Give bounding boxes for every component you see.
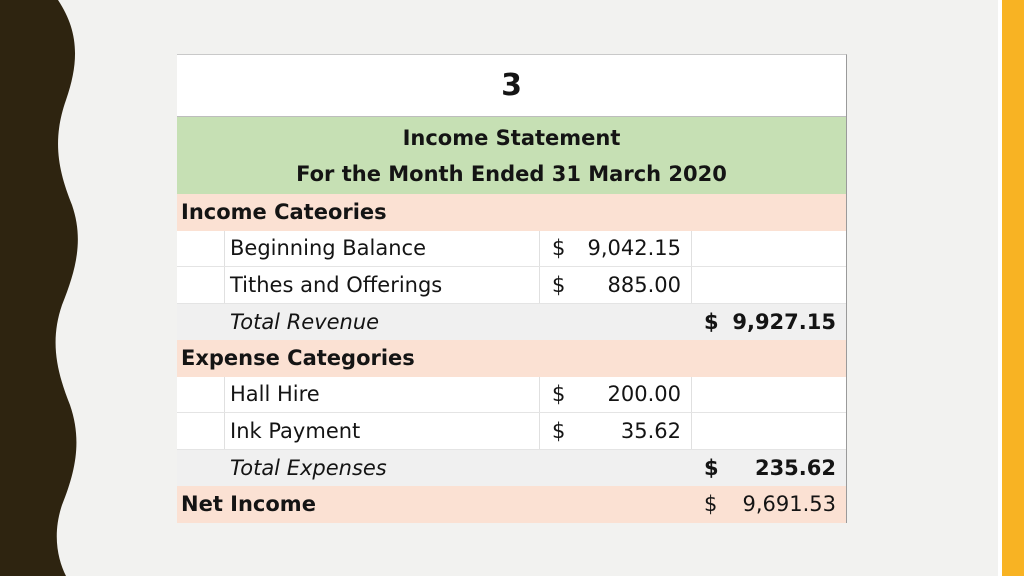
item-label: Hall Hire — [225, 376, 540, 412]
table-row: Hall Hire $ 200.00 — [177, 376, 846, 413]
total-revenue-row: Total Revenue $ 9,927.15 — [177, 303, 846, 340]
item-label: Tithes and Offerings — [225, 267, 540, 303]
decorative-wave-border — [0, 0, 78, 576]
amount-value: 200.00 — [607, 382, 681, 407]
table-row: Beginning Balance $ 9,042.15 — [177, 230, 846, 267]
amount-value: 9,927.15 — [732, 309, 836, 334]
expense-section-label: Expense Categories — [177, 340, 846, 377]
total-expenses-row: Total Expenses $ 235.62 — [177, 449, 846, 486]
amount-value: 235.62 — [754, 455, 836, 480]
currency-symbol: $ — [552, 272, 566, 297]
item-label: Beginning Balance — [225, 230, 540, 266]
amount-value: 885.00 — [607, 272, 681, 297]
total-expenses-label: Total Expenses — [230, 455, 387, 480]
page-number: 3 — [177, 55, 846, 117]
currency-symbol: $ — [552, 236, 566, 261]
accent-stripe — [1002, 0, 1024, 576]
statement-subtitle: For the Month Ended 31 March 2020 — [296, 161, 727, 186]
amount-value: 9,691.53 — [742, 492, 836, 517]
statement-title: Income Statement — [402, 125, 621, 150]
total-revenue-amount: $ 9,927.15 — [692, 310, 846, 334]
income-statement-table: 3 Income Statement For the Month Ended 3… — [177, 54, 847, 523]
item-amount: $ 200.00 — [540, 376, 692, 412]
item-amount: $ 35.62 — [540, 413, 692, 449]
total-expenses-amount: $ 235.62 — [692, 456, 846, 480]
item-amount: $ 885.00 — [540, 267, 692, 303]
net-income-label: Net Income — [181, 492, 316, 517]
net-income-row: Net Income $ 9,691.53 — [177, 486, 846, 523]
currency-symbol: $ — [704, 492, 718, 517]
amount-value: 9,042.15 — [587, 236, 681, 261]
currency-symbol: $ — [552, 418, 566, 443]
table-row: Ink Payment $ 35.62 — [177, 413, 846, 450]
amount-value: 35.62 — [620, 418, 681, 443]
statement-header: Income Statement For the Month Ended 31 … — [177, 117, 846, 194]
table-row: Tithes and Offerings $ 885.00 — [177, 267, 846, 304]
currency-symbol: $ — [704, 309, 719, 334]
item-amount: $ 9,042.15 — [540, 230, 692, 266]
item-label: Ink Payment — [225, 413, 540, 449]
total-revenue-label: Total Revenue — [230, 309, 380, 334]
currency-symbol: $ — [704, 455, 719, 480]
income-section-label: Income Cateories — [177, 194, 846, 231]
net-income-amount: $ 9,691.53 — [692, 492, 846, 516]
currency-symbol: $ — [552, 382, 566, 407]
